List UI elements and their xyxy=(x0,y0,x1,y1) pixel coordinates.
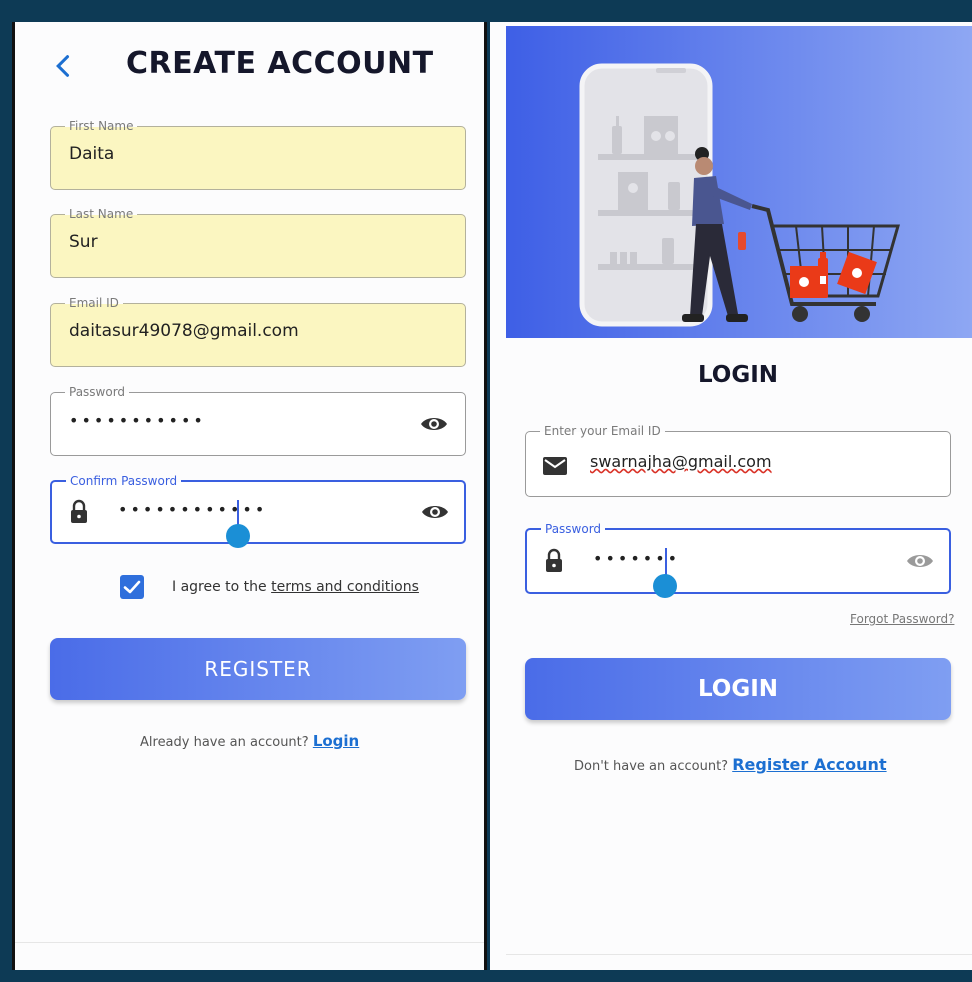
password-field[interactable]: Password ••••••••••• xyxy=(50,384,466,456)
register-screen: CREATE ACCOUNT First Name Daita Last Nam… xyxy=(14,22,484,970)
eye-icon[interactable] xyxy=(420,501,450,523)
shopping-illustration xyxy=(579,63,900,327)
terms-agreement: I agree to the terms and conditions xyxy=(172,579,419,595)
android-nav-bar xyxy=(14,942,484,970)
login-footer-text: Don't have an account? xyxy=(574,759,729,774)
confirm-password-label: Confirm Password xyxy=(66,473,182,489)
first-name-value: Daita xyxy=(69,144,115,164)
eye-icon[interactable] xyxy=(905,550,935,572)
login-email-field[interactable]: Enter your Email ID swarnajha@gmail.com xyxy=(525,423,951,497)
first-name-field[interactable]: First Name Daita xyxy=(50,118,466,190)
text-selection-handle[interactable] xyxy=(653,574,677,598)
email-label: Email ID xyxy=(65,295,123,311)
confirm-password-value: •••••••••••• xyxy=(118,500,268,519)
login-button[interactable]: LOGIN xyxy=(525,658,951,720)
email-field[interactable]: Email ID daitasur49078@gmail.com xyxy=(50,295,466,367)
login-password-label: Password xyxy=(541,521,606,537)
forgot-password-link[interactable]: Forgot Password? xyxy=(850,612,954,626)
login-link[interactable]: Login xyxy=(313,732,359,750)
login-footer: Don't have an account? Register Account xyxy=(574,755,887,774)
lock-icon xyxy=(71,499,87,523)
last-name-value: Sur xyxy=(69,232,98,252)
password-value: ••••••••••• xyxy=(69,411,206,430)
email-value: daitasur49078@gmail.com xyxy=(69,321,299,341)
register-footer-text: Already have an account? xyxy=(140,735,309,750)
eye-icon[interactable] xyxy=(419,413,449,435)
register-footer: Already have an account? Login xyxy=(140,732,359,750)
register-account-link[interactable]: Register Account xyxy=(732,755,886,774)
last-name-field[interactable]: Last Name Sur xyxy=(50,206,466,278)
last-name-label: Last Name xyxy=(65,206,138,222)
register-button[interactable]: REGISTER xyxy=(50,638,466,700)
password-label: Password xyxy=(65,384,130,400)
checkbox-checked-icon[interactable] xyxy=(120,575,144,599)
back-icon[interactable] xyxy=(50,52,78,80)
hero-banner xyxy=(506,26,972,338)
login-password-field[interactable]: Password ••••••• xyxy=(525,521,951,594)
terms-link[interactable]: terms and conditions xyxy=(271,579,419,595)
mail-icon xyxy=(543,457,567,475)
divider xyxy=(12,22,15,970)
page-title: CREATE ACCOUNT xyxy=(126,46,434,81)
first-name-label: First Name xyxy=(65,118,138,134)
divider xyxy=(484,22,487,970)
login-email-label: Enter your Email ID xyxy=(540,423,665,439)
text-selection-handle[interactable] xyxy=(226,524,250,548)
login-email-value: swarnajha@gmail.com xyxy=(590,452,772,471)
login-title: LOGIN xyxy=(697,362,779,388)
nav-divider xyxy=(506,954,972,955)
confirm-password-field[interactable]: Confirm Password •••••••••••• xyxy=(50,473,466,544)
lock-icon xyxy=(546,548,562,572)
login-screen: LOGIN Enter your Email ID swarnajha@gmai… xyxy=(490,22,972,970)
agree-prefix: I agree to the xyxy=(172,579,272,595)
login-password-value: ••••••• xyxy=(593,549,681,568)
